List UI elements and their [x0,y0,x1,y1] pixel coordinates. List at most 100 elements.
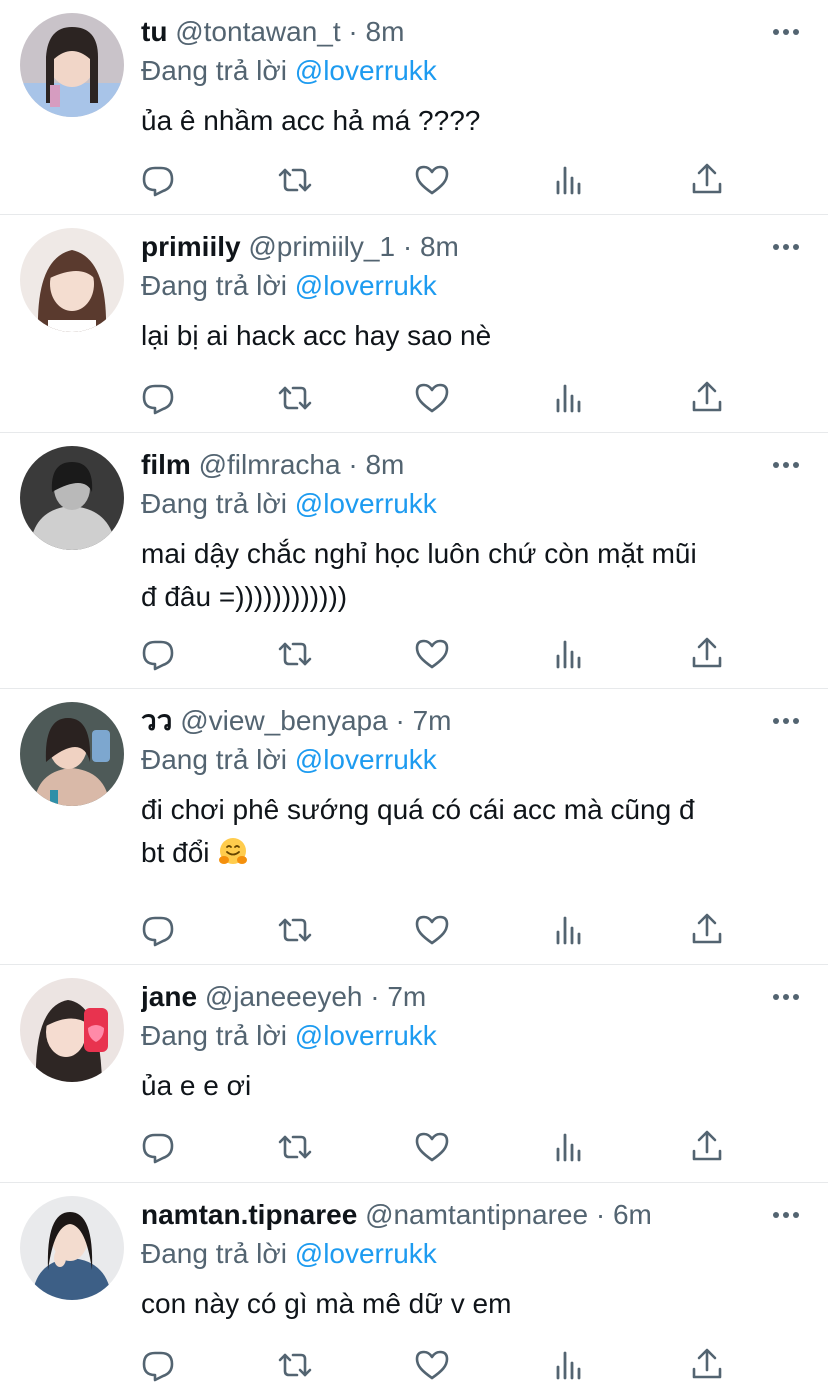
mention-link[interactable]: @loverrukk [295,1020,437,1051]
like-icon[interactable] [412,634,452,674]
separator-dot: · [595,1199,606,1230]
replying-to: Đang trả lời @loverrukk [141,268,437,304]
replying-to-label: Đang trả lời [141,1020,287,1051]
views-icon[interactable] [550,634,590,674]
tweet-text-line: ủa ê nhầm acc hả má ???? [141,105,481,136]
separator-dot: · [402,231,413,262]
tweet-text-line: bt đổi [141,837,210,868]
tweet-text: lại bị ai hack acc hay sao nè [141,314,800,357]
like-icon[interactable] [412,160,452,200]
share-icon[interactable] [687,378,727,418]
user-handle[interactable]: @janeeeyeh [205,981,363,1012]
views-icon[interactable] [550,160,590,200]
tweet-text-line: con này có gì mà mê dữ v em [141,1288,512,1319]
tweet-actions [0,1345,828,1385]
like-icon[interactable] [412,1345,452,1385]
share-icon[interactable] [687,910,727,950]
mention-link[interactable]: @loverrukk [295,270,437,301]
replying-to: Đang trả lời @loverrukk [141,53,437,89]
reply-tweet[interactable]: namtan.tipnaree @namtantipnaree · 6m Đan… [0,1183,828,1386]
user-handle[interactable]: @namtantipnaree [365,1199,588,1230]
reply-tweet[interactable]: film @filmracha · 8m Đang trả lời @lover… [0,433,828,689]
more-options-icon[interactable] [772,1205,800,1225]
views-icon[interactable] [550,1127,590,1167]
reply-tweet[interactable]: primiily @primiily_1 · 8m Đang trả lời @… [0,215,828,433]
avatar[interactable] [20,13,124,117]
separator-dot: · [395,705,405,736]
more-options-icon[interactable] [772,455,800,475]
user-handle[interactable]: @tontawan_t [175,16,340,47]
reply-icon[interactable] [138,378,178,418]
reply-tweet[interactable]: วว @view_benyapa · 7m Đang trả lời @love… [0,689,828,965]
reply-tweet[interactable]: jane @janeeeyeh · 7m Đang trả lời @lover… [0,965,828,1183]
more-options-icon[interactable] [772,237,800,257]
tweet-actions [0,910,828,950]
retweet-icon[interactable] [275,1127,315,1167]
tweet-text: ủa e e ơi [141,1064,800,1107]
retweet-icon[interactable] [275,160,315,200]
mention-link[interactable]: @loverrukk [295,488,437,519]
replying-to: Đang trả lời @loverrukk [141,486,437,522]
tweet-text: đi chơi phê sướng quá có cái acc mà cũng… [141,788,800,874]
replying-to-label: Đang trả lời [141,488,287,519]
retweet-icon[interactable] [275,634,315,674]
retweet-icon[interactable] [275,1345,315,1385]
like-icon[interactable] [412,910,452,950]
avatar[interactable] [20,446,124,550]
like-icon[interactable] [412,378,452,418]
display-name[interactable]: primiily [141,231,241,262]
views-icon[interactable] [550,1345,590,1385]
display-name[interactable]: วว [141,705,172,736]
views-icon[interactable] [550,378,590,418]
tweet-text-line: lại bị ai hack acc hay sao nè [141,320,492,351]
user-handle[interactable]: @primiily_1 [248,231,395,262]
replying-to-label: Đang trả lời [141,744,287,775]
reply-icon[interactable] [138,1127,178,1167]
timestamp[interactable]: 8m [366,16,405,47]
reply-icon[interactable] [138,910,178,950]
avatar[interactable] [20,1196,124,1300]
avatar[interactable] [20,978,124,1082]
reply-icon[interactable] [138,634,178,674]
share-icon[interactable] [687,1345,727,1385]
mention-link[interactable]: @loverrukk [295,744,437,775]
timestamp[interactable]: 6m [613,1199,652,1230]
reply-icon[interactable] [138,160,178,200]
avatar[interactable] [20,228,124,332]
more-options-icon[interactable] [772,987,800,1007]
more-options-icon[interactable] [772,22,800,42]
user-handle[interactable]: @filmracha [199,449,341,480]
hugging-face-emoji [217,836,249,868]
tweet-actions [0,634,828,674]
separator-dot: · [370,981,380,1012]
more-options-icon[interactable] [772,711,800,731]
display-name[interactable]: film [141,449,191,480]
mention-link[interactable]: @loverrukk [295,55,437,86]
timestamp[interactable]: 7m [387,981,426,1012]
retweet-icon[interactable] [275,378,315,418]
user-handle[interactable]: @view_benyapa [180,705,387,736]
share-icon[interactable] [687,634,727,674]
display-name[interactable]: tu [141,16,167,47]
timestamp[interactable]: 8m [420,231,459,262]
avatar[interactable] [20,702,124,806]
tweet-text-line: đi chơi phê sướng quá có cái acc mà cũng… [141,794,695,825]
replying-to: Đang trả lời @loverrukk [141,1018,437,1054]
timestamp[interactable]: 8m [365,449,404,480]
like-icon[interactable] [412,1127,452,1167]
display-name[interactable]: jane [141,981,197,1012]
share-icon[interactable] [687,160,727,200]
timestamp[interactable]: 7m [413,705,452,736]
tweet-text-line: mai dậy chắc nghỉ học luôn chứ còn mặt m… [141,538,697,569]
replying-to-label: Đang trả lời [141,1238,287,1269]
tweet-text-line: đ đâu =)))))))))))) [141,581,348,612]
display-name[interactable]: namtan.tipnaree [141,1199,357,1230]
reply-icon[interactable] [138,1345,178,1385]
reply-tweet[interactable]: tu @tontawan_t · 8m Đang trả lời @loverr… [0,0,828,215]
views-icon[interactable] [550,910,590,950]
mention-link[interactable]: @loverrukk [295,1238,437,1269]
tweet-text: mai dậy chắc nghỉ học luôn chứ còn mặt m… [141,532,800,618]
tweet-text-line-with-emoji: bt đổi [141,831,800,874]
retweet-icon[interactable] [275,910,315,950]
share-icon[interactable] [687,1127,727,1167]
